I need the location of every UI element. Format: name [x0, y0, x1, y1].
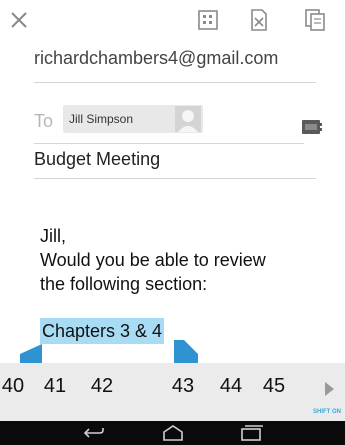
recent-apps-icon: [241, 425, 263, 441]
keyboard-number-row: 40 41 42 43 44 45 SHIFT ON: [0, 363, 345, 421]
person-avatar-icon: [175, 106, 201, 132]
copy-button[interactable]: [300, 6, 330, 34]
cut-button[interactable]: [244, 6, 274, 34]
key-40[interactable]: 40: [0, 375, 33, 398]
key-42[interactable]: 42: [82, 375, 122, 398]
subject-field[interactable]: Budget Meeting: [34, 149, 160, 170]
key-44[interactable]: 44: [211, 375, 251, 398]
key-45[interactable]: 45: [254, 375, 294, 398]
key-43[interactable]: 43: [163, 375, 203, 398]
close-icon: [11, 12, 27, 28]
back-button[interactable]: [78, 424, 108, 442]
add-contact-button[interactable]: [300, 115, 324, 139]
copy-icon: [305, 9, 325, 31]
home-icon: [163, 425, 183, 441]
recent-apps-button[interactable]: [236, 424, 266, 442]
system-navigation-bar: [0, 421, 345, 445]
close-button[interactable]: [4, 6, 34, 34]
action-bar: [0, 0, 345, 40]
recipient-chip[interactable]: Jill Simpson: [63, 105, 203, 133]
body-line: the following section:: [40, 274, 208, 294]
body-line: Jill,: [40, 226, 66, 246]
subject-divider: [34, 178, 316, 179]
home-button[interactable]: [158, 424, 188, 442]
recipient-name: Jill Simpson: [69, 112, 134, 126]
key-41[interactable]: 41: [35, 375, 75, 398]
from-divider: [34, 82, 316, 83]
arrow-right-icon[interactable]: [317, 377, 341, 401]
selected-text[interactable]: Chapters 3 & 4: [40, 318, 165, 344]
to-label: To: [34, 111, 54, 131]
shift-status: SHIFT ON: [313, 409, 341, 415]
from-address: richardchambers4@gmail.com: [34, 48, 279, 68]
edit-icon: [251, 9, 267, 31]
grid-select-icon: [198, 10, 218, 30]
to-field-divider: [34, 143, 304, 144]
back-icon: [83, 428, 104, 438]
body-line: Would you be able to review: [40, 250, 266, 270]
email-compose-screen: richardchambers4@gmail.com To Jill Simps…: [0, 0, 345, 445]
select-all-button[interactable]: [193, 6, 223, 34]
message-body[interactable]: Jill, Would you be able to review the fo…: [40, 224, 330, 296]
contacts-icon: [302, 120, 322, 134]
